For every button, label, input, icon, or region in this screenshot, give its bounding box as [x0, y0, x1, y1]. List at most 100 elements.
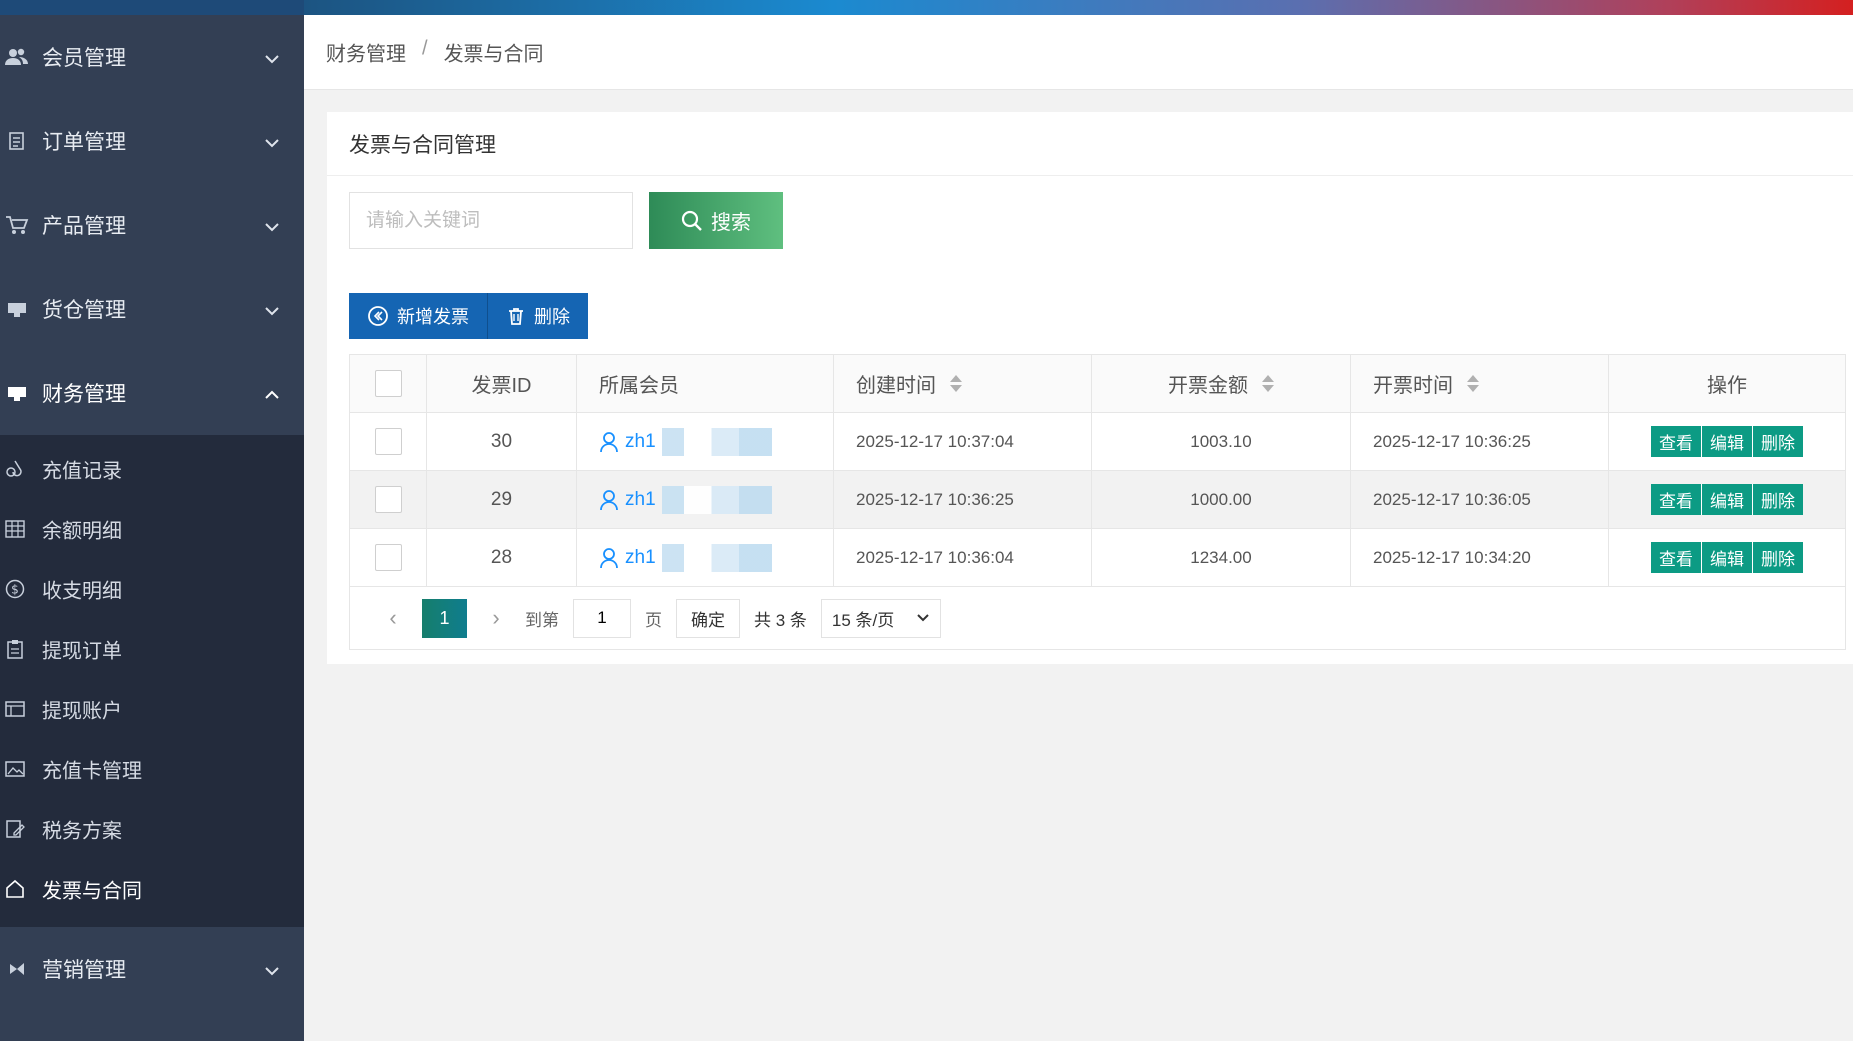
member-name: zh1 [625, 488, 656, 510]
edit-button[interactable]: 编辑 [1701, 542, 1752, 573]
droplet-icon [4, 458, 26, 480]
cell-member: zh1 [577, 471, 834, 528]
breadcrumb-parent[interactable]: 财务管理 [326, 38, 406, 67]
redacted-block [661, 485, 772, 514]
view-button[interactable]: 查看 [1651, 426, 1701, 457]
sidebar-group-members[interactable]: 会员管理 [0, 15, 304, 99]
cell-created-time: 2025-12-17 10:36:04 [834, 529, 1092, 586]
goto-page-input[interactable] [573, 598, 631, 638]
user-icon [600, 489, 618, 510]
invoice-table: 发票ID 所属会员 创建时间 开票金额 开票时间 操作 30 zh1 2025-… [349, 354, 1846, 650]
search-icon [681, 210, 702, 231]
sidebar-item-income-expense[interactable]: $ 收支明细 [0, 559, 304, 619]
sidebar-group-marketing[interactable]: 营销管理 [0, 927, 304, 1011]
sidebar-item-balance-details[interactable]: 余额明细 [0, 499, 304, 559]
header-invoice-time[interactable]: 开票时间 [1351, 355, 1609, 412]
cell-invoice-time: 2025-12-17 10:36:05 [1351, 471, 1609, 528]
trash-icon [509, 308, 523, 325]
sidebar-item-recharge-records[interactable]: 充值记录 [0, 439, 304, 499]
cell-created-time: 2025-12-17 10:36:25 [834, 471, 1092, 528]
card-icon [4, 698, 26, 720]
member-link[interactable]: zh1 [599, 427, 772, 456]
chevron-down-icon [265, 223, 279, 232]
sidebar-item-invoices-contracts[interactable]: 发票与合同 [0, 859, 304, 919]
bulk-delete-label: 删除 [534, 307, 570, 327]
sidebar-group-label: 货仓管理 [42, 299, 126, 322]
redacted-block [661, 427, 772, 456]
member-name: zh1 [625, 546, 656, 568]
row-checkbox[interactable] [374, 486, 402, 513]
sidebar-item-label: 发票与合同 [42, 880, 142, 903]
header-id: 发票ID [427, 355, 577, 412]
search-input[interactable] [349, 192, 633, 249]
view-button[interactable]: 查看 [1651, 542, 1701, 573]
cell-id: 28 [427, 529, 577, 586]
sidebar-group-warehouse[interactable]: 货仓管理 [0, 267, 304, 351]
page-size-select[interactable]: 15 条/页 [820, 598, 942, 638]
circle-back-icon [368, 306, 388, 326]
edit-button[interactable]: 编辑 [1701, 426, 1752, 457]
sidebar-group-label: 订单管理 [42, 131, 126, 154]
cell-ops: 查看 编辑 删除 [1609, 471, 1845, 528]
finance-submenu: 充值记录 余额明细 $ 收支明细 提现订单 提现账户 充值卡管理 税务方案 发票 [0, 435, 304, 927]
sidebar-item-label: 充值卡管理 [42, 760, 142, 783]
row-actions: 查看 编辑 删除 [1651, 484, 1803, 515]
sidebar-item-label: 充值记录 [42, 460, 122, 483]
row-checkbox[interactable] [374, 428, 402, 455]
member-link[interactable]: zh1 [599, 485, 772, 514]
view-button[interactable]: 查看 [1651, 484, 1701, 515]
sidebar-item-withdraw-orders[interactable]: 提现订单 [0, 619, 304, 679]
header-select-cell [350, 355, 427, 412]
pagination: ‹ 1 › 到第 页 确定 共 3 条 15 条/页 [350, 587, 1845, 649]
row-checkbox[interactable] [374, 544, 402, 571]
sidebar-group-label: 会员管理 [42, 47, 126, 70]
sidebar-item-recharge-cards[interactable]: 充值卡管理 [0, 739, 304, 799]
header-amount[interactable]: 开票金额 [1092, 355, 1351, 412]
sidebar-group-finance[interactable]: 财务管理 [0, 351, 304, 435]
chevron-down-icon [265, 55, 279, 64]
next-page-icon[interactable]: › [481, 605, 511, 631]
sidebar-item-tax-plans[interactable]: 税务方案 [0, 799, 304, 859]
home-icon [4, 878, 26, 900]
prev-page-icon[interactable]: ‹ [378, 605, 408, 631]
member-name: zh1 [625, 430, 656, 452]
delete-button[interactable]: 删除 [1752, 542, 1803, 573]
document-icon [4, 128, 30, 154]
sort-icon[interactable] [950, 375, 962, 392]
sidebar-item-label: 提现账户 [42, 700, 122, 723]
sort-icon[interactable] [1467, 375, 1479, 392]
redacted-block [661, 543, 772, 572]
row-actions: 查看 编辑 删除 [1651, 542, 1803, 573]
row-select-cell [350, 529, 427, 586]
header-amount-label: 开票金额 [1168, 375, 1248, 397]
sidebar-group-orders[interactable]: 订单管理 [0, 99, 304, 183]
edit-doc-icon [4, 818, 26, 840]
search-button[interactable]: 搜索 [649, 192, 783, 249]
cell-created-time: 2025-12-17 10:37:04 [834, 413, 1092, 470]
sidebar-item-withdraw-accounts[interactable]: 提现账户 [0, 679, 304, 739]
user-icon [600, 547, 618, 568]
page-unit-label: 页 [645, 610, 662, 630]
row-actions: 查看 编辑 删除 [1651, 426, 1803, 457]
sidebar-group-products[interactable]: 产品管理 [0, 183, 304, 267]
cell-invoice-time: 2025-12-17 10:34:20 [1351, 529, 1609, 586]
add-invoice-button[interactable]: 新增发票 [349, 293, 487, 339]
delete-button[interactable]: 删除 [1752, 484, 1803, 515]
delete-button[interactable]: 删除 [1752, 426, 1803, 457]
member-link[interactable]: zh1 [599, 543, 772, 572]
breadcrumb-current: 发票与合同 [443, 43, 544, 66]
row-select-cell [350, 471, 427, 528]
cart-icon [4, 212, 30, 238]
header-created-time[interactable]: 创建时间 [834, 355, 1092, 412]
page-header: 财务管理 / 发票与合同 [304, 15, 1853, 90]
goto-confirm-button[interactable]: 确定 [676, 598, 740, 638]
sort-icon[interactable] [1262, 375, 1274, 392]
sidebar-group-label: 营销管理 [42, 959, 126, 982]
bulk-delete-button[interactable]: 删除 [487, 293, 588, 339]
sidebar: 会员管理 订单管理 产品管理 货仓管理 财务管理 充值记录 余额明细 $ 收支明… [0, 0, 304, 1041]
chevron-down-icon [265, 967, 279, 976]
finance-icon [4, 380, 30, 406]
select-all-checkbox[interactable] [374, 370, 402, 397]
edit-button[interactable]: 编辑 [1701, 484, 1752, 515]
current-page[interactable]: 1 [422, 598, 467, 638]
